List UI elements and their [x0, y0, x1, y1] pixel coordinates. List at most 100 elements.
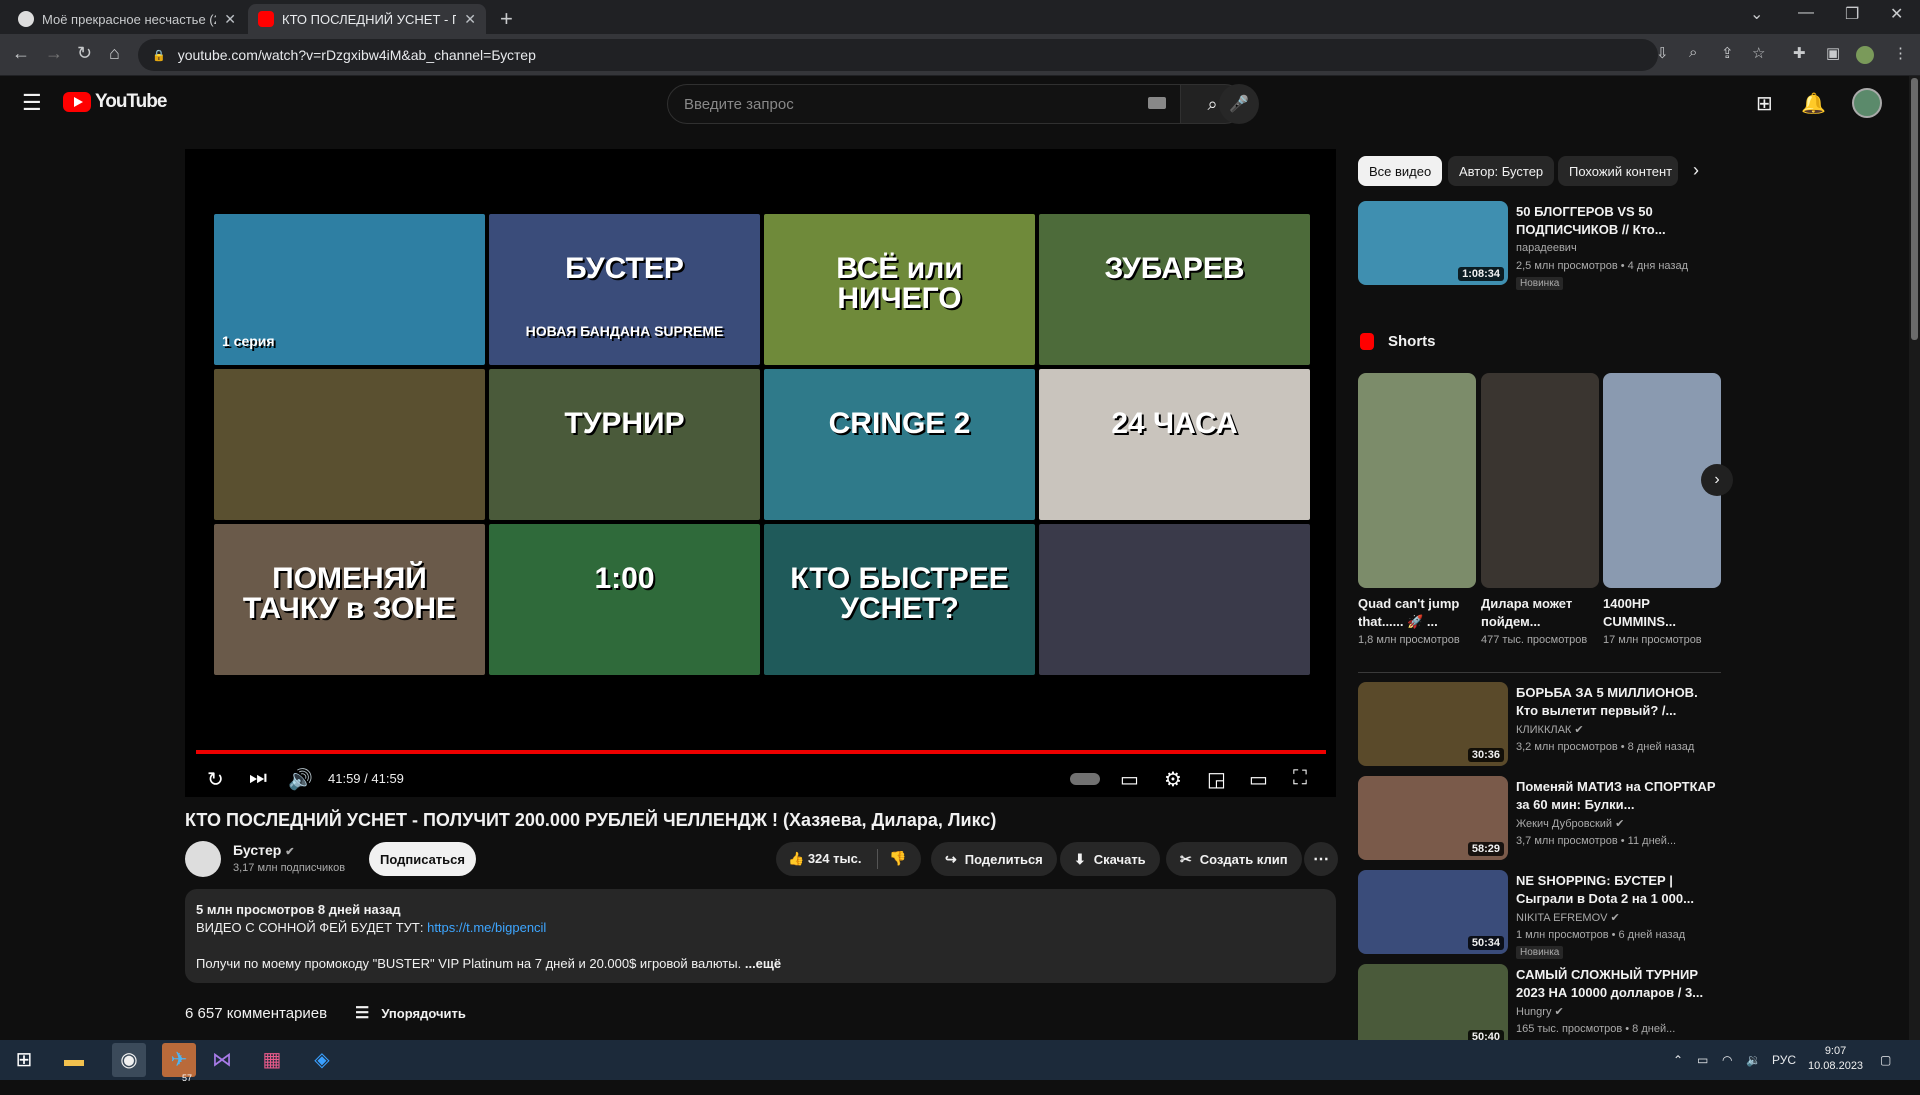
recommended-video[interactable]: 1:08:34 50 БЛОГГЕРОВ VS 50 ПОДПИСЧИКОВ /…: [1358, 201, 1721, 291]
endscreen-thumbnail[interactable]: 1 серия: [214, 214, 485, 365]
more-actions-button[interactable]: ⋯: [1304, 842, 1338, 876]
short-title[interactable]: 1400HP CUMMINS...: [1603, 595, 1721, 631]
file-explorer-icon[interactable]: ▬: [62, 1048, 86, 1072]
show-more-link[interactable]: ...ещё: [745, 956, 781, 971]
description-link[interactable]: https://t.me/bigpencil: [427, 920, 546, 935]
rec-channel[interactable]: парадеевич: [1516, 242, 1577, 254]
bookmark-star-icon[interactable]: ☆: [1752, 44, 1765, 62]
endscreen-thumbnail[interactable]: [214, 369, 485, 520]
rec-title[interactable]: NE SHOPPING: БУСТЕР | Сыграли в Dota 2 н…: [1516, 872, 1721, 908]
browser-tab-active[interactable]: КТО ПОСЛЕДНИЙ УСНЕТ - ПОЛ ✕: [248, 4, 486, 34]
endscreen-thumbnail[interactable]: БУСТЕР НОВАЯ БАНДАНА SUPREME: [489, 214, 760, 365]
close-window-icon[interactable]: ✕: [1890, 4, 1903, 24]
rider-icon[interactable]: ▦: [260, 1048, 284, 1072]
shorts-next-button[interactable]: ›: [1701, 464, 1733, 496]
language-indicator[interactable]: РУС: [1772, 1053, 1796, 1067]
video-thumbnail[interactable]: 50:40: [1358, 964, 1508, 1048]
endscreen-thumbnail[interactable]: 1:00: [489, 524, 760, 675]
minimize-icon[interactable]: —: [1798, 4, 1814, 22]
fullscreen-icon[interactable]: ⛶: [1293, 767, 1307, 790]
recommended-video[interactable]: 30:36 БОРЬБА ЗА 5 МИЛЛИОНОВ. Кто вылетит …: [1358, 682, 1721, 772]
zoom-icon[interactable]: ⌕: [1689, 44, 1697, 61]
chrome-menu-icon[interactable]: ⋮: [1893, 44, 1908, 62]
scrollbar-thumb[interactable]: [1911, 78, 1918, 340]
url-bar[interactable]: 🔒 youtube.com/watch?v=rDzgxibw4iM&ab_cha…: [138, 39, 1658, 71]
chip-related[interactable]: Похожий контент: [1558, 156, 1678, 186]
share-icon[interactable]: ⇪: [1721, 44, 1734, 62]
endscreen-thumbnail[interactable]: ЗУБАРЕВ: [1039, 214, 1310, 365]
subtitles-icon[interactable]: ▭: [1120, 767, 1139, 792]
create-clip-button[interactable]: ✂ Создать клип: [1166, 842, 1302, 876]
endscreen-thumbnail[interactable]: ВСЁ или НИЧЕГО: [764, 214, 1035, 365]
show-hidden-icons[interactable]: ⌃: [1673, 1053, 1683, 1067]
short-thumbnail[interactable]: [1481, 373, 1599, 588]
channel-avatar[interactable]: [185, 841, 221, 877]
short-thumbnail[interactable]: [1358, 373, 1476, 588]
system-clock[interactable]: 9:07 10.08.2023: [1808, 1044, 1863, 1074]
side-panel-icon[interactable]: ▣: [1826, 44, 1840, 62]
rec-channel[interactable]: Hungry ✔: [1516, 1005, 1564, 1018]
forward-arrow-icon[interactable]: →: [45, 43, 63, 64]
share-button[interactable]: ↪ Поделиться: [931, 842, 1057, 876]
close-tab-icon[interactable]: ✕: [224, 11, 236, 28]
chip-from-channel[interactable]: Автор: Бустер: [1448, 156, 1555, 186]
rec-title[interactable]: БОРЬБА ЗА 5 МИЛЛИОНОВ. Кто вылетит первы…: [1516, 684, 1721, 720]
endscreen-thumbnail[interactable]: 24 ЧАСА: [1039, 369, 1310, 520]
wifi-icon[interactable]: ◠: [1722, 1053, 1732, 1067]
like-button[interactable]: 👍 324 тыс.: [788, 851, 861, 867]
recommended-video[interactable]: 58:29 Поменяй МАТИЗ на СПОРТКАР за 60 мин…: [1358, 776, 1721, 866]
video-thumbnail[interactable]: 30:36: [1358, 682, 1508, 766]
back-arrow-icon[interactable]: ←: [12, 43, 30, 64]
progress-bar[interactable]: [196, 750, 1326, 754]
search-input[interactable]: Введите запрос: [667, 84, 1181, 124]
tab-search-chevron-icon[interactable]: ⌄: [1750, 4, 1763, 24]
account-avatar[interactable]: [1852, 88, 1882, 118]
chrome-taskbar-icon[interactable]: ◉: [112, 1043, 146, 1077]
endscreen-thumbnail[interactable]: [1039, 524, 1310, 675]
maps-pin-icon[interactable]: ◈: [310, 1048, 334, 1072]
telegram-taskbar-icon[interactable]: ✈ 57: [162, 1043, 196, 1083]
theater-mode-icon[interactable]: ▭: [1249, 767, 1268, 792]
speaker-icon[interactable]: 🔉: [1746, 1053, 1761, 1067]
recommended-video[interactable]: 50:34 NE SHOPPING: БУСТЕР | Сыграли в Dot…: [1358, 870, 1721, 960]
endscreen-thumbnail[interactable]: ПОМЕНЯЙ ТАЧКУ в ЗОНЕ: [214, 524, 485, 675]
channel-name[interactable]: Бустер ✔: [233, 842, 295, 858]
autoplay-toggle[interactable]: [1070, 773, 1100, 785]
battery-icon[interactable]: ▭: [1697, 1053, 1708, 1067]
browser-tab[interactable]: Моё прекрасное несчастье (202 ✕: [8, 4, 246, 34]
voice-search-button[interactable]: 🎤: [1219, 84, 1259, 124]
keyboard-icon[interactable]: [1148, 97, 1166, 109]
reload-icon[interactable]: ↻: [77, 43, 92, 64]
chip-all-videos[interactable]: Все видео: [1358, 156, 1443, 186]
video-thumbnail[interactable]: 1:08:34: [1358, 201, 1508, 285]
rec-title[interactable]: САМЫЙ СЛОЖНЫЙ ТУРНИР 2023 НА 10000 долла…: [1516, 966, 1721, 1002]
endscreen-thumbnail[interactable]: CRINGE 2: [764, 369, 1035, 520]
rec-channel[interactable]: NIKITA EFREMOV ✔: [1516, 911, 1620, 924]
settings-gear-icon[interactable]: ⚙: [1164, 767, 1182, 792]
rec-title[interactable]: Поменяй МАТИЗ на СПОРТКАР за 60 мин: Бул…: [1516, 778, 1721, 814]
close-tab-icon[interactable]: ✕: [464, 11, 476, 28]
rec-channel[interactable]: Жекич Дубровский ✔: [1516, 817, 1624, 830]
download-button[interactable]: ⬇ Скачать: [1060, 842, 1160, 876]
install-app-icon[interactable]: ⇩: [1656, 44, 1669, 62]
menu-hamburger-icon[interactable]: ☰: [22, 90, 42, 116]
notification-center-icon[interactable]: ▢: [1880, 1053, 1891, 1067]
new-tab-plus-icon[interactable]: +: [500, 6, 513, 32]
profile-avatar[interactable]: [1856, 46, 1874, 64]
chevron-right-icon[interactable]: ›: [1693, 160, 1699, 181]
miniplayer-icon[interactable]: ◲: [1207, 767, 1226, 792]
page-scrollbar[interactable]: [1909, 76, 1920, 1040]
volume-icon[interactable]: 🔊: [288, 767, 313, 792]
replay-icon[interactable]: ↻: [207, 767, 224, 792]
endscreen-thumbnail[interactable]: КТО БЫСТРЕЕ УСНЕТ?: [764, 524, 1035, 675]
sort-comments-button[interactable]: ☰ Упорядочить: [355, 1003, 466, 1023]
create-video-icon[interactable]: ⊞: [1756, 91, 1773, 116]
short-title[interactable]: Дилара может пойдем...: [1481, 595, 1599, 631]
extensions-puzzle-icon[interactable]: ✚: [1793, 44, 1806, 62]
description-box[interactable]: 5 млн просмотров 8 дней назад ВИДЕО С СО…: [185, 889, 1336, 983]
video-thumbnail[interactable]: 58:29: [1358, 776, 1508, 860]
next-video-icon[interactable]: ⏭: [249, 767, 267, 790]
dislike-button[interactable]: 👎: [889, 850, 906, 867]
video-player[interactable]: 1 серия БУСТЕР НОВАЯ БАНДАНА SUPREME ВСЁ ил…: [185, 149, 1336, 797]
youtube-logo[interactable]: YouTube: [63, 91, 167, 113]
